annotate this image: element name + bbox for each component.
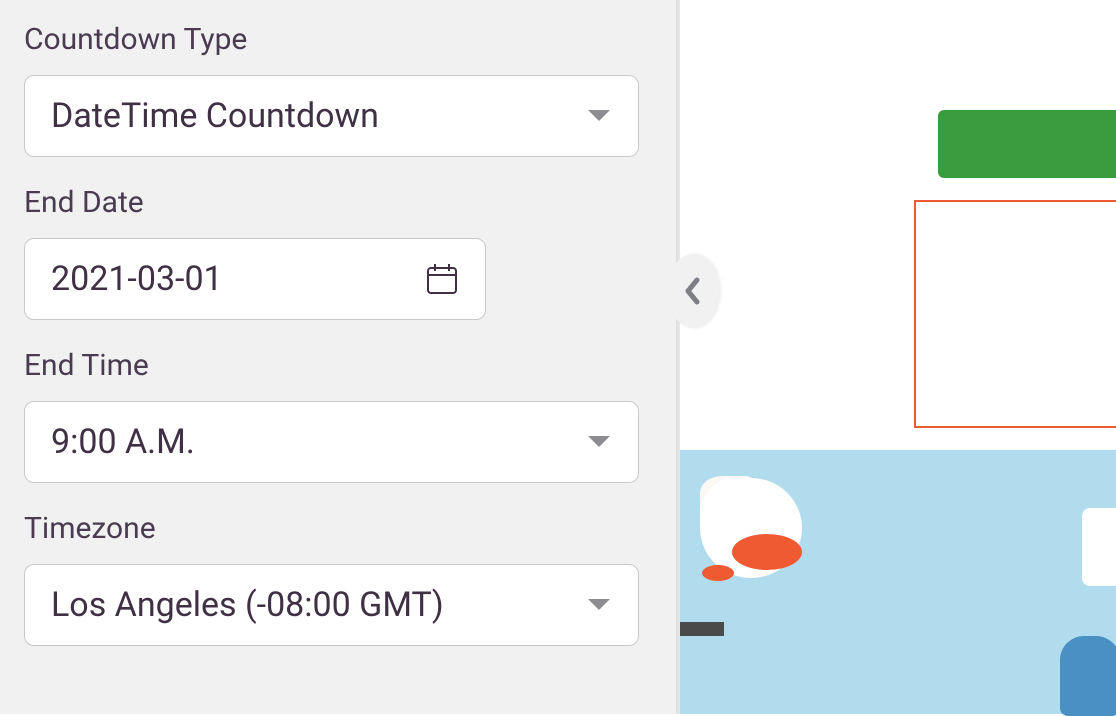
preview-white-card: [1082, 508, 1116, 586]
countdown-type-label: Countdown Type: [24, 22, 656, 57]
countdown-type-select[interactable]: DateTime Countdown: [24, 75, 639, 157]
calendar-icon: [425, 262, 459, 296]
end-time-select[interactable]: 9:00 A.M.: [24, 401, 639, 483]
timezone-value: Los Angeles (-08:00 GMT): [51, 585, 444, 625]
timezone-label: Timezone: [24, 511, 656, 546]
settings-sidebar: Countdown Type DateTime Countdown End Da…: [0, 0, 680, 714]
end-date-input[interactable]: 2021-03-01: [24, 238, 486, 320]
end-date-value: 2021-03-01: [51, 259, 223, 299]
chevron-left-icon: [683, 276, 703, 306]
timezone-select[interactable]: Los Angeles (-08:00 GMT): [24, 564, 639, 646]
collapse-sidebar-button[interactable]: [667, 254, 719, 328]
end-time-value: 9:00 A.M.: [51, 422, 195, 462]
end-time-label: End Time: [24, 348, 656, 383]
chevron-down-icon: [586, 108, 612, 124]
chevron-down-icon: [586, 597, 612, 613]
mascot-illustration: [732, 534, 802, 570]
chevron-down-icon: [586, 434, 612, 450]
preview-canvas: [680, 0, 1116, 714]
countdown-type-value: DateTime Countdown: [51, 96, 379, 136]
mascot-illustration: [702, 565, 734, 581]
preview-selected-block-outline: [914, 200, 1116, 428]
preview-green-button: [938, 110, 1116, 178]
background-illustration: [1060, 636, 1116, 716]
mascot-illustration: [680, 622, 724, 636]
end-date-label: End Date: [24, 185, 656, 220]
